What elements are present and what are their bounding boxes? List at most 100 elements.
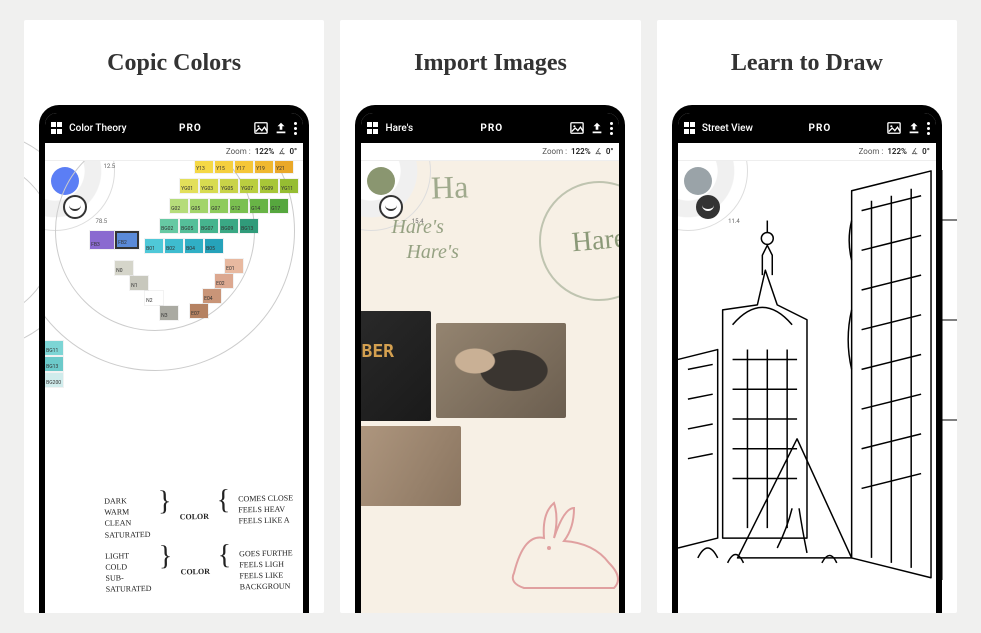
app-toolbar: Color Theory PRO <box>45 113 303 143</box>
imported-image[interactable] <box>361 311 431 421</box>
swatch[interactable]: N3 <box>160 306 178 320</box>
brush-preview-icon <box>385 203 397 211</box>
panel-copic-colors: Copic Colors Color Theory PRO <box>24 20 324 613</box>
swatch[interactable]: E07 <box>190 304 208 318</box>
grid-icon[interactable] <box>51 122 63 134</box>
phone-screen: Street View PRO Zoom : 122% ∡ 0° <box>678 113 936 613</box>
swatch[interactable]: Y21 <box>275 161 293 173</box>
swatch[interactable]: FB3 <box>90 231 114 249</box>
zoom-label: Zoom : <box>859 147 884 156</box>
angle-icon: ∡ <box>595 147 602 156</box>
zoom-label: Zoom : <box>542 147 567 156</box>
angle-value: 0° <box>922 147 930 156</box>
swatch[interactable]: YG07 <box>240 179 258 193</box>
swatch[interactable]: YG01 <box>180 179 198 193</box>
street-view-sketch <box>678 161 936 598</box>
zoom-value: 122% <box>571 147 591 156</box>
phone-screen: Color Theory PRO Zoom : 122% ∡ 0° <box>45 113 303 613</box>
swatch[interactable]: BG07 <box>200 219 218 233</box>
handwriting-logo-circle: Hare <box>534 176 619 306</box>
panel-title: Copic Colors <box>107 50 241 77</box>
app-toolbar: Hare's PRO <box>361 113 619 143</box>
swatch[interactable]: G17 <box>270 199 288 213</box>
handwriting-text: Ha <box>431 168 470 206</box>
share-icon[interactable] <box>907 121 921 135</box>
zoom-value: 122% <box>887 147 907 156</box>
zoom-value: 122% <box>255 147 275 156</box>
swatch[interactable]: E01 <box>225 259 243 273</box>
share-icon[interactable] <box>590 121 604 135</box>
share-icon[interactable] <box>274 121 288 135</box>
phone-screen: Hare's PRO Zoom : 122% ∡ 0° <box>361 113 619 613</box>
panel-title: Learn to Draw <box>731 50 883 77</box>
phone-frame: Hare's PRO Zoom : 122% ∡ 0° <box>355 105 625 613</box>
grid-icon[interactable] <box>684 122 696 134</box>
angle-icon: ∡ <box>911 147 918 156</box>
swatch[interactable]: N1 <box>130 276 148 290</box>
swatch[interactable]: E02 <box>215 274 233 288</box>
swatch[interactable]: G02 <box>170 199 188 213</box>
swatch[interactable]: YG03 <box>200 179 218 193</box>
zoom-bar: Zoom : 122% ∡ 0° <box>361 143 619 161</box>
zoom-bar: Zoom : 122% ∡ 0° <box>45 143 303 161</box>
panel-learn-to-draw: Learn to Draw Street View PRO Zo <box>657 20 957 613</box>
swatch[interactable]: B01 <box>145 239 163 253</box>
swatch[interactable]: BG05 <box>180 219 198 233</box>
swatch[interactable]: N2 <box>145 291 163 305</box>
doc-title: Street View <box>702 123 753 134</box>
angle-icon: ∡ <box>278 147 285 156</box>
swatch[interactable]: G12 <box>230 199 248 213</box>
handwriting-text: Hare's <box>391 216 443 239</box>
more-icon[interactable] <box>294 122 297 135</box>
swatch[interactable]: G05 <box>190 199 208 213</box>
panel-import-images: Import Images Hare's PRO Zoom : 122% ∡ <box>340 20 640 613</box>
swatch-selected[interactable]: FB2 <box>115 231 139 249</box>
swatch[interactable]: G14 <box>250 199 268 213</box>
drawing-canvas[interactable]: 11.4 <box>678 161 936 613</box>
swatch[interactable]: G07 <box>210 199 228 213</box>
swatch[interactable]: YG05 <box>220 179 238 193</box>
swatch[interactable]: BG13 <box>240 219 258 233</box>
image-icon[interactable] <box>887 121 901 135</box>
swatch[interactable]: B02 <box>165 239 183 253</box>
drawing-canvas[interactable]: 12.5 78.5 Y13 Y15 Y17 Y19 Y21 <box>45 161 303 613</box>
image-icon[interactable] <box>254 121 268 135</box>
swatch[interactable]: B04 <box>185 239 203 253</box>
swatch[interactable]: B05 <box>205 239 223 253</box>
handwriting-text: Hare's <box>406 241 458 264</box>
swatch[interactable]: YG09 <box>260 179 278 193</box>
swatch[interactable]: BG09 <box>220 219 238 233</box>
image-icon[interactable] <box>570 121 584 135</box>
more-icon[interactable] <box>610 122 613 135</box>
more-icon[interactable] <box>927 122 930 135</box>
grid-icon[interactable] <box>367 122 379 134</box>
zoom-bar: Zoom : 122% ∡ 0° <box>678 143 936 161</box>
swatch[interactable]: Y17 <box>235 161 253 173</box>
angle-value: 0° <box>606 147 614 156</box>
drawing-canvas[interactable]: 15.4 Ha Hare's Hare's Hare <box>361 161 619 613</box>
swatch[interactable]: YG11 <box>280 179 298 193</box>
zoom-label: Zoom : <box>226 147 251 156</box>
swatch[interactable]: Y15 <box>215 161 233 173</box>
imported-image[interactable] <box>436 323 566 418</box>
angle-value: 0° <box>289 147 297 156</box>
copic-color-wheel[interactable]: Y13 Y15 Y17 Y19 Y21 YG01 YG03 YG05 YG07 … <box>75 161 303 451</box>
swatch[interactable]: BG200 <box>45 373 63 387</box>
pro-badge[interactable]: PRO <box>179 123 202 134</box>
swatch[interactable]: BG02 <box>160 219 178 233</box>
pro-badge[interactable]: PRO <box>809 123 832 134</box>
swatch[interactable]: Y13 <box>195 161 213 173</box>
app-toolbar: Street View PRO <box>678 113 936 143</box>
swatch[interactable]: BG13 <box>45 357 63 371</box>
phone-frame: Street View PRO Zoom : 122% ∡ 0° <box>672 105 942 613</box>
phone-frame: Color Theory PRO Zoom : 122% ∡ 0° <box>39 105 309 613</box>
panel-title: Import Images <box>414 50 567 77</box>
doc-title: Color Theory <box>69 123 126 134</box>
pro-badge[interactable]: PRO <box>480 123 503 134</box>
swatch[interactable]: N0 <box>115 261 133 275</box>
imported-image[interactable] <box>361 426 461 506</box>
swatch[interactable]: BG11 <box>45 341 63 355</box>
swatch[interactable]: E04 <box>203 289 221 303</box>
swatch[interactable]: Y19 <box>255 161 273 173</box>
hare-sketch <box>504 493 619 593</box>
